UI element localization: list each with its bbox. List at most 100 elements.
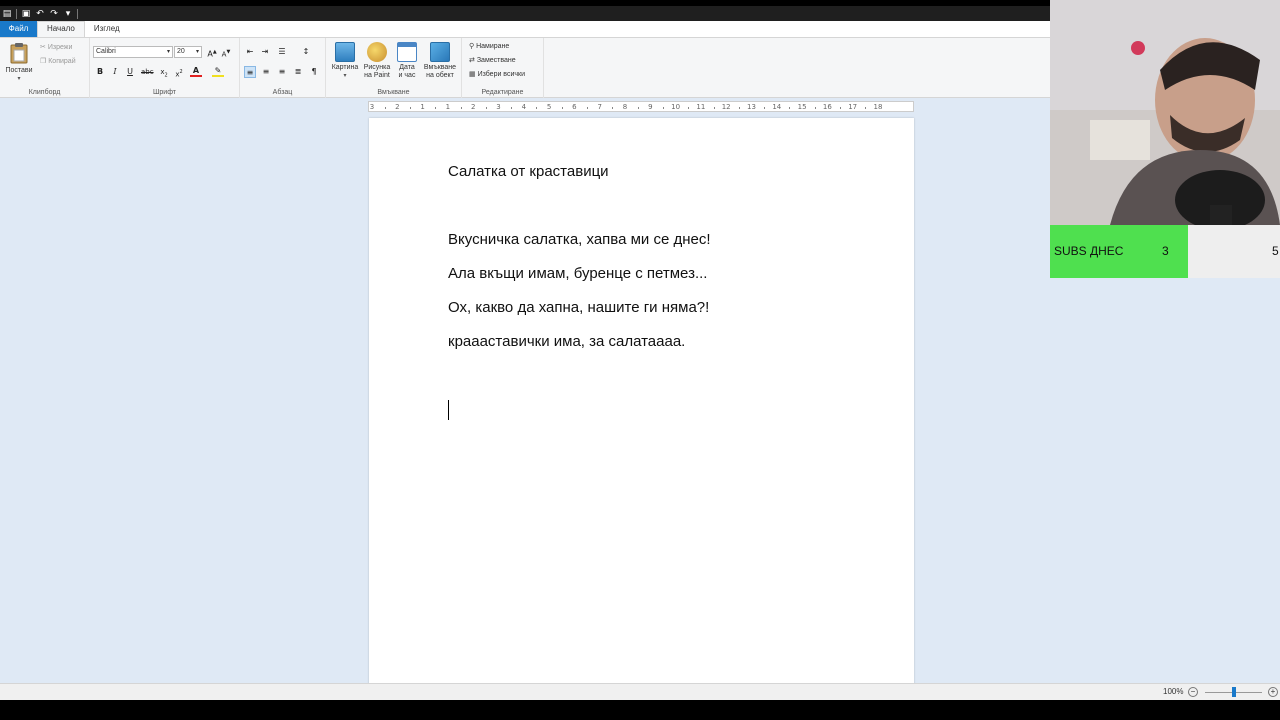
highlight-icon[interactable]: ✎: [212, 66, 224, 77]
datetime-label-line2: и час: [398, 72, 416, 79]
font-family-value: Calibri: [96, 48, 116, 55]
editing-group-label: Редактиране: [481, 89, 524, 96]
ruler-label: 5: [546, 103, 552, 111]
font-group-label: Шрифт: [152, 89, 177, 96]
webcam-image: [1050, 0, 1280, 225]
justify-icon[interactable]: ≣: [292, 66, 304, 78]
zoom-slider-thumb[interactable]: [1231, 687, 1236, 697]
underline-icon[interactable]: U: [124, 66, 136, 78]
ruler-label: 14: [772, 103, 782, 111]
ruler-label: 4: [521, 103, 527, 111]
insert-picture-button[interactable]: Картина ▾: [329, 42, 361, 80]
replace-button[interactable]: ⇄ Заместване: [469, 56, 516, 64]
ruler-label: 18: [873, 103, 883, 111]
ruler-tick: [764, 107, 766, 109]
subscript-icon[interactable]: x2: [158, 66, 170, 78]
horizontal-ruler[interactable]: 3 2 1 1 2 3 4 5 6 7 8 9 10 11 12 13 14 15 16 17 18: [368, 101, 914, 112]
ruler-tick: [713, 107, 715, 109]
ruler-tick: [637, 107, 639, 109]
ruler-label: 7: [597, 103, 602, 111]
ruler-tick: [384, 107, 386, 109]
zoom-in-button[interactable]: +: [1268, 687, 1278, 697]
ruler-tick: [612, 107, 614, 109]
align-left-icon[interactable]: ≡: [244, 66, 256, 78]
bullet-list-icon[interactable]: ☰: [276, 46, 288, 58]
subs-label: SUBS ДНЕС: [1054, 244, 1124, 258]
cut-button[interactable]: ✂ Изрежи: [40, 43, 72, 51]
italic-icon[interactable]: I: [109, 66, 121, 78]
insert-object-button[interactable]: Вмъкване на обект: [421, 42, 459, 80]
tab-home[interactable]: Начало: [37, 21, 85, 37]
object-label-line1: Вмъкване: [423, 64, 457, 71]
object-label-line2: на обект: [426, 72, 454, 79]
calendar-icon: [397, 42, 417, 62]
scissors-icon: ✂: [40, 43, 46, 51]
document-page[interactable]: Салатка от краставици Вкусничка салатка,…: [369, 118, 914, 688]
insert-group: Картина ▾ Рисунка на Paint Дата и час Вм…: [326, 38, 462, 98]
ruler-tick: [688, 107, 690, 109]
quick-access-toolbar: ▤ ▣ ↶ ↷ ▾: [0, 6, 1050, 21]
ruler-label: 6: [572, 103, 577, 111]
screen: ▤ ▣ ↶ ↷ ▾ Файл Начало Изглед Постави ▾ ✂…: [0, 0, 1280, 720]
ruler-label: 9: [648, 103, 653, 111]
paint-palette-icon: [367, 42, 387, 62]
paint-label-line2: на Paint: [364, 72, 390, 79]
ruler-label: 16: [822, 103, 832, 111]
ruler-label: 2: [395, 103, 400, 111]
webcam-overlay: [1050, 0, 1280, 225]
ruler-tick: [738, 107, 740, 109]
paragraph-settings-icon[interactable]: ¶: [308, 66, 320, 78]
ruler-label: 1: [445, 103, 451, 111]
copy-button[interactable]: ❐ Копирай: [40, 57, 76, 65]
select-all-button[interactable]: ▦ Избери всички: [469, 70, 525, 78]
insert-datetime-button[interactable]: Дата и час: [393, 42, 421, 80]
tab-file[interactable]: Файл: [0, 21, 37, 37]
separator: [77, 8, 78, 19]
copy-label: Копирай: [48, 58, 76, 65]
text-cursor: [448, 400, 449, 420]
align-right-icon[interactable]: ≡: [276, 66, 288, 78]
bold-icon[interactable]: B: [94, 66, 106, 78]
paste-label: Постави: [5, 67, 33, 74]
strikethrough-icon[interactable]: abc: [141, 66, 154, 78]
find-button[interactable]: ⚲ Намиране: [469, 42, 509, 50]
ruler-tick: [840, 107, 842, 109]
align-center-icon[interactable]: ≡: [260, 66, 272, 78]
ruler-label: 12: [721, 103, 731, 111]
font-group: Calibri ▾ 20 ▾ A▲ A▼ B I U abc x2 x2 A ✎…: [90, 38, 240, 98]
insert-paint-button[interactable]: Рисунка на Paint: [361, 42, 393, 80]
text-color-icon[interactable]: A: [190, 66, 202, 77]
undo-icon[interactable]: ↶: [35, 9, 45, 19]
tab-view[interactable]: Изглед: [85, 21, 129, 37]
ruler-label: 2: [470, 103, 476, 111]
decrease-indent-icon[interactable]: ⇤: [244, 46, 256, 58]
font-family-select[interactable]: Calibri ▾: [93, 46, 173, 58]
shrink-font-icon[interactable]: A▼: [220, 46, 232, 58]
ruler-tick: [536, 107, 538, 109]
ruler-tick: [587, 107, 589, 109]
superscript-icon[interactable]: x2: [173, 66, 185, 78]
font-size-select[interactable]: 20 ▾: [174, 46, 202, 58]
select-all-icon: ▦: [469, 70, 476, 78]
insert-group-label: Вмъкване: [377, 89, 410, 96]
customize-qat-icon[interactable]: ▾: [63, 9, 73, 19]
ruler-tick: [662, 107, 664, 109]
clipboard-group-label: Клипборд: [28, 89, 61, 96]
save-icon[interactable]: ▣: [21, 9, 31, 19]
app-menu-icon[interactable]: ▤: [2, 9, 12, 19]
line-spacing-icon[interactable]: ↕: [300, 46, 312, 58]
find-label: Намиране: [476, 43, 510, 50]
paragraph-group-label: Абзац: [272, 89, 293, 96]
grow-font-icon[interactable]: A▲: [206, 46, 218, 59]
increase-indent-icon[interactable]: ⇥: [259, 46, 271, 58]
ruler-label: 1: [420, 103, 425, 111]
paste-button[interactable]: Постави ▾: [3, 42, 35, 83]
ruler-label: 3: [496, 103, 501, 111]
document-line: Ала вкъщи имам, буренце с петмез...: [448, 265, 708, 282]
ruler-tick: [561, 107, 563, 109]
ruler-tick: [460, 107, 462, 109]
ruler-tick: [485, 107, 487, 109]
redo-icon[interactable]: ↷: [49, 9, 59, 19]
zoom-out-button[interactable]: −: [1188, 687, 1198, 697]
chevron-down-icon: ▾: [195, 49, 199, 55]
